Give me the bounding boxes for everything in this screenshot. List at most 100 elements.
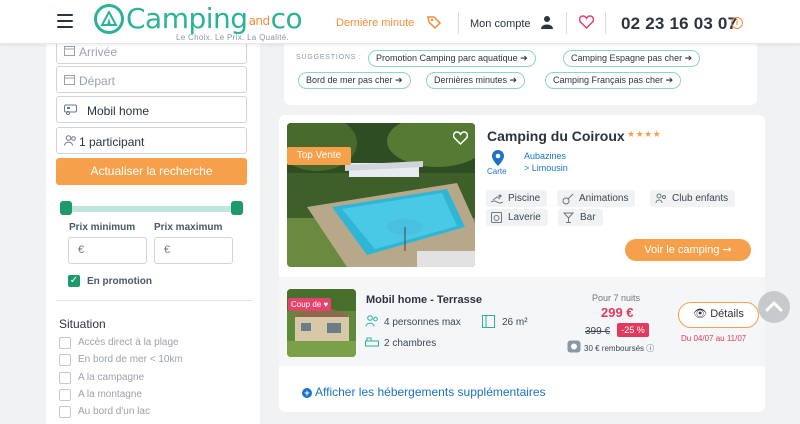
suggestions-title: SUGGESTIONS : [296,54,362,61]
refund-icon [567,340,581,353]
situation-label: Au bord d'un lac [78,406,150,417]
amenity-label: Piscine [508,193,541,204]
price-min-handle[interactable] [60,201,72,215]
amenity-label: Bar [580,212,596,223]
caravan-icon [64,104,78,118]
rating-stars: ★★★★ [627,129,662,139]
phone-number[interactable]: 02 23 16 03 07 [621,14,737,34]
washing-machine-icon [491,212,502,229]
accommodation-type-value: Mobil home [87,104,150,118]
amenity-bar: Bar [558,209,603,226]
more-accommodations-link[interactable]: + Afficher les hébergements supplémentair… [302,385,546,399]
heart-badge-icon: ♥ [323,300,329,309]
calendar-icon [64,45,75,59]
refund-text: 30 € remboursés ⓘ [584,343,654,354]
plus-icon: + [302,388,312,398]
situation-checkbox[interactable] [59,389,71,401]
scroll-top-button[interactable] [758,291,790,323]
situation-label: A la campagne [78,372,145,383]
details-label: Détails [710,308,744,320]
price-min-label: Prix minimum [69,222,136,233]
arrival-placeholder: Arrivée [79,45,118,59]
calendar-icon [64,74,75,88]
situation-label: Accès direct à la plage [78,337,179,348]
amenity-label: Laverie [508,212,541,223]
accommodation-type-select[interactable]: Mobil home [56,96,247,123]
camping-name[interactable]: Camping du Coiroux [487,128,625,144]
sidebar-divider [56,300,253,301]
view-camping-label: Voir le camping [644,244,720,256]
swimmer-icon [490,193,504,210]
suggestion-chip[interactable]: Camping Espagne pas cher ➔ [563,50,701,67]
location-region[interactable]: > Limousin [524,163,568,173]
price-max-input[interactable]: € [154,237,233,264]
view-camping-button[interactable]: Voir le camping ➞ [625,239,751,261]
logo[interactable]: Campingandco Le Choix. Le Prix. La Quali… [94,2,304,43]
price-old: 399 € [585,326,611,337]
promo-checkbox[interactable]: ✓ [68,275,80,287]
area-icon [482,315,495,331]
discount-badge: -25 % [617,323,649,337]
cocktail-icon [562,212,575,229]
accommodation-name[interactable]: Mobil home - Terrasse [366,294,482,306]
suggestion-chip[interactable]: Camping Français pas cher ➔ [545,72,682,89]
kids-icon [655,193,667,210]
situation-label: En bord de mer < 10km [78,354,183,365]
tag-icon[interactable] [426,14,442,30]
situation-checkbox[interactable] [59,406,71,418]
promo-label: En promotion [87,276,152,287]
price-max-handle[interactable] [231,201,243,215]
logo-text: Campingandco [126,2,303,35]
persons-max: 4 personnes max [384,317,461,328]
amenity-kids-club: Club enfants [650,190,736,210]
heart-icon[interactable] [578,15,595,32]
chip-label: Bord de mer pas cher [306,75,393,85]
participants-field[interactable]: 1 participant [56,127,247,154]
situation-checkbox[interactable] [59,337,71,349]
departure-date-field[interactable]: Départ [56,66,247,93]
location-city[interactable]: Aubazines [524,151,566,161]
amenity-animations: Animations [557,190,636,207]
update-search-button[interactable]: Actualiser la recherche [56,158,247,185]
suggestion-chip[interactable]: Promotion Camping parc aquatique ➔ [368,50,536,67]
refund-info-icon[interactable]: ⓘ [646,344,654,353]
area-value: 26 m² [502,317,528,328]
header-divider [605,12,606,34]
suggestion-chip[interactable]: Dernières minutes ➔ [426,72,526,89]
amenity-pool: Piscine [486,190,548,210]
user-icon[interactable] [541,15,553,32]
header-divider [566,12,567,34]
rooms-count: 2 chambres [384,338,437,349]
chip-label: Promotion Camping parc aquatique [376,53,518,63]
suggestions-card: SUGGESTIONS : Promotion Camping parc aqu… [284,44,757,105]
tent-logo-icon [94,4,124,34]
suggestion-chip[interactable]: Bord de mer pas cher ➔ [298,72,411,89]
map-link[interactable]: Carte [487,167,507,176]
amenity-laundry: Laverie [486,209,548,226]
amenity-label: Club enfants [672,193,729,204]
last-minute-link[interactable]: Dernière minute [336,17,414,29]
logo-tagline: Le Choix. Le Prix. La Qualité. [176,33,290,42]
info-icon[interactable]: i [731,17,743,29]
price-slider-track[interactable] [66,206,237,212]
chevron-up-icon [765,301,783,312]
situation-title: Situation [59,317,106,331]
menu-icon[interactable] [57,14,73,28]
more-accommodations-label: Afficher les hébergements supplémentaire… [315,385,546,399]
stay-dates: Du 04/07 au 11/07 [681,334,747,343]
participants-value: 1 participant [79,135,145,149]
top-vente-badge: Top Vente [287,147,351,165]
price-nights: Pour 7 nuits [592,293,641,303]
details-button[interactable]: 👁 Détails [678,302,759,328]
camping-result-card: Top Vente [279,115,765,412]
favorite-heart-icon[interactable] [452,131,469,148]
departure-placeholder: Départ [79,74,116,88]
persons-icon [365,315,379,330]
eye-icon: 👁 [693,308,708,320]
search-sidebar: Arrivée Départ Mobil home 1 participant … [46,37,260,424]
price-min-input[interactable]: € [68,237,147,264]
account-link[interactable]: Mon compte [470,18,531,30]
situation-checkbox[interactable] [59,354,71,366]
situation-checkbox[interactable] [59,372,71,384]
camping-photo[interactable] [287,123,475,267]
